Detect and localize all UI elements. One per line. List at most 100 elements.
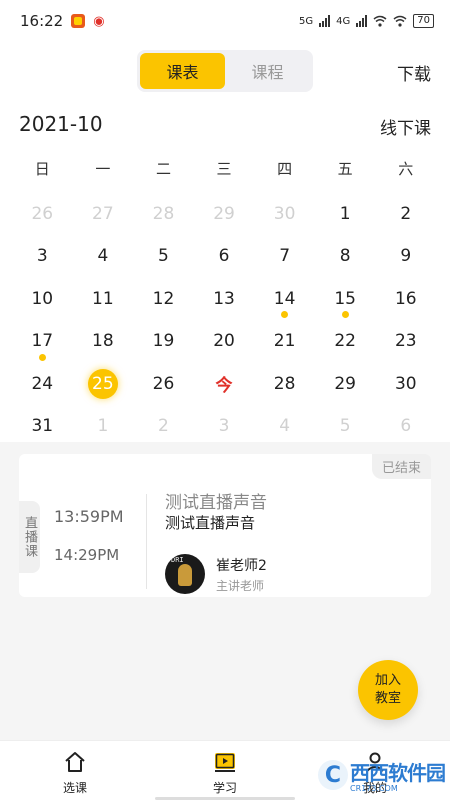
calendar-day[interactable]: 15: [315, 278, 376, 321]
calendar-day-number: 1: [339, 203, 351, 224]
status-badge: 已结束: [371, 454, 431, 479]
calendar-day[interactable]: 16: [375, 278, 436, 321]
calendar-day-number: 1: [97, 416, 109, 437]
calendar-day-number: 12: [152, 288, 175, 309]
calendar-day[interactable]: 26: [133, 363, 194, 406]
calendar-day[interactable]: 14: [254, 278, 315, 321]
calendar-day[interactable]: 8: [315, 235, 376, 278]
calendar-day[interactable]: 27: [73, 193, 134, 236]
calendar-day[interactable]: 22: [315, 320, 376, 363]
start-time: 13:59PM: [54, 507, 124, 526]
calendar-day-number: 3: [36, 246, 48, 267]
calendar-day-number: 30: [273, 203, 296, 224]
calendar-day[interactable]: 12: [133, 278, 194, 321]
calendar-day[interactable]: 29: [315, 363, 376, 406]
calendar-day-number: 29: [213, 203, 235, 224]
lesson-subtitle: 测试直播声音: [165, 514, 256, 532]
calendar-week-row: 24 25 26 今 28 29 30: [12, 363, 436, 406]
weekday-label: 二: [155, 159, 171, 178]
calendar-day[interactable]: 4: [73, 235, 134, 278]
calendar-day[interactable]: 1: [315, 193, 376, 236]
watermark-sub-text: CR173.COM: [350, 784, 398, 793]
calendar-day[interactable]: 11: [73, 278, 134, 321]
calendar-day[interactable]: 24: [12, 363, 73, 406]
card-divider: [146, 494, 147, 589]
teacher-name: 崔老师2: [216, 558, 267, 574]
calendar-day-number: 29: [334, 373, 356, 394]
calendar-day-number: 3: [218, 416, 230, 437]
join-classroom-line1: 加入: [374, 673, 401, 688]
calendar-day-number: 4: [279, 416, 291, 437]
calendar-day[interactable]: 20: [194, 320, 255, 363]
calendar-day-number: 8: [339, 246, 351, 267]
join-classroom-line2: 教室: [374, 691, 401, 706]
calendar-day[interactable]: 10: [12, 278, 73, 321]
calendar-day-number: 17: [31, 331, 54, 352]
teacher-role: 主讲老师: [216, 579, 265, 593]
calendar-day-number: 26: [152, 373, 175, 394]
calendar-day-number: 16: [394, 288, 417, 309]
join-classroom-button[interactable]: 加入 教室: [358, 660, 418, 720]
calendar-day[interactable]: 17: [12, 320, 73, 363]
calendar-day[interactable]: 28: [133, 193, 194, 236]
tab-select-course[interactable]: 选课: [0, 741, 150, 800]
signal-5g-icon: [319, 15, 331, 27]
play-icon: [212, 749, 238, 775]
weekday-label: 三: [216, 159, 232, 178]
calendar-day[interactable]: 26: [12, 193, 73, 236]
calendar-day[interactable]: 13: [194, 278, 255, 321]
calendar-day-number: 5: [158, 246, 169, 267]
calendar-day[interactable]: 6: [194, 235, 255, 278]
wifi-icon-secondary: [393, 15, 407, 27]
calendar-day[interactable]: 23: [375, 320, 436, 363]
wifi-icon: [373, 15, 387, 27]
calendar-day[interactable]: 30: [254, 193, 315, 236]
calendar-day-number: 6: [400, 416, 412, 437]
status-time: 16:22: [20, 12, 64, 30]
calendar-day-number: 2: [400, 203, 412, 224]
signal-4g-icon: [356, 15, 368, 27]
calendar-day[interactable]: 21: [254, 320, 315, 363]
calendar-day-number: 13: [213, 288, 235, 309]
calendar-day[interactable]: 3: [12, 235, 73, 278]
calendar-day[interactable]: 30: [375, 363, 436, 406]
offline-course-button[interactable]: 线下课: [380, 114, 431, 139]
weekday-label: 四: [277, 159, 293, 178]
calendar-day-number: 7: [279, 246, 291, 267]
calendar-day-number: 28: [152, 203, 175, 224]
header: 课表 课程 下载: [0, 48, 450, 94]
download-button[interactable]: 下载: [397, 60, 431, 85]
calendar-day-number: 6: [218, 246, 230, 267]
calendar-day[interactable]: 19: [133, 320, 194, 363]
calendar-week-row: 3 4 5 6 7 8 9: [12, 235, 436, 278]
calendar-day[interactable]: 29: [194, 193, 255, 236]
calendar-day-number: 25: [87, 368, 118, 399]
month-label[interactable]: 2021-10: [19, 112, 103, 136]
calendar-day[interactable]: 7: [254, 235, 315, 278]
calendar-day[interactable]: 5: [133, 235, 194, 278]
calendar-day-number: 15: [334, 288, 356, 309]
tab-courses[interactable]: 课程: [225, 53, 310, 89]
calendar-day-number: 27: [92, 203, 114, 224]
tab-study[interactable]: 学习: [150, 741, 300, 800]
calendar-day-number: 今: [215, 376, 233, 397]
calendar-day-number: 2: [158, 416, 169, 437]
lesson-card[interactable]: 已结束 直播课 13:59PM 14:29PM 测试直播声音 测试直播声音 崔老…: [19, 454, 431, 597]
app-notification-icon: [71, 14, 86, 28]
calendar-day[interactable]: 28: [254, 363, 315, 406]
calendar: 日一二三四五六 26 27 28 29 30 1 2 3 4 5 6 7 8 9 10 11 12 13 14 15 1…: [12, 150, 436, 448]
calendar-day-number: 21: [273, 331, 296, 352]
watermark-main-text: 西西软件园: [350, 761, 446, 785]
status-bar: 16:22 ◉ 5G 4G 70: [0, 0, 450, 42]
calendar-day-number: 26: [31, 203, 54, 224]
calendar-week-row: 10 11 12 13 14 15 16: [12, 278, 436, 321]
calendar-day[interactable]: 18: [73, 320, 134, 363]
calendar-day-today[interactable]: 今: [194, 363, 255, 406]
lesson-dot-indicator: [38, 353, 46, 361]
view-toggle: 课表 课程: [137, 50, 313, 92]
network-5g-label: 5G: [299, 15, 314, 27]
calendar-day-selected[interactable]: 25: [73, 363, 134, 406]
calendar-day[interactable]: 2: [375, 193, 436, 236]
tab-schedule[interactable]: 课表: [140, 53, 225, 89]
calendar-day[interactable]: 9: [375, 235, 436, 278]
